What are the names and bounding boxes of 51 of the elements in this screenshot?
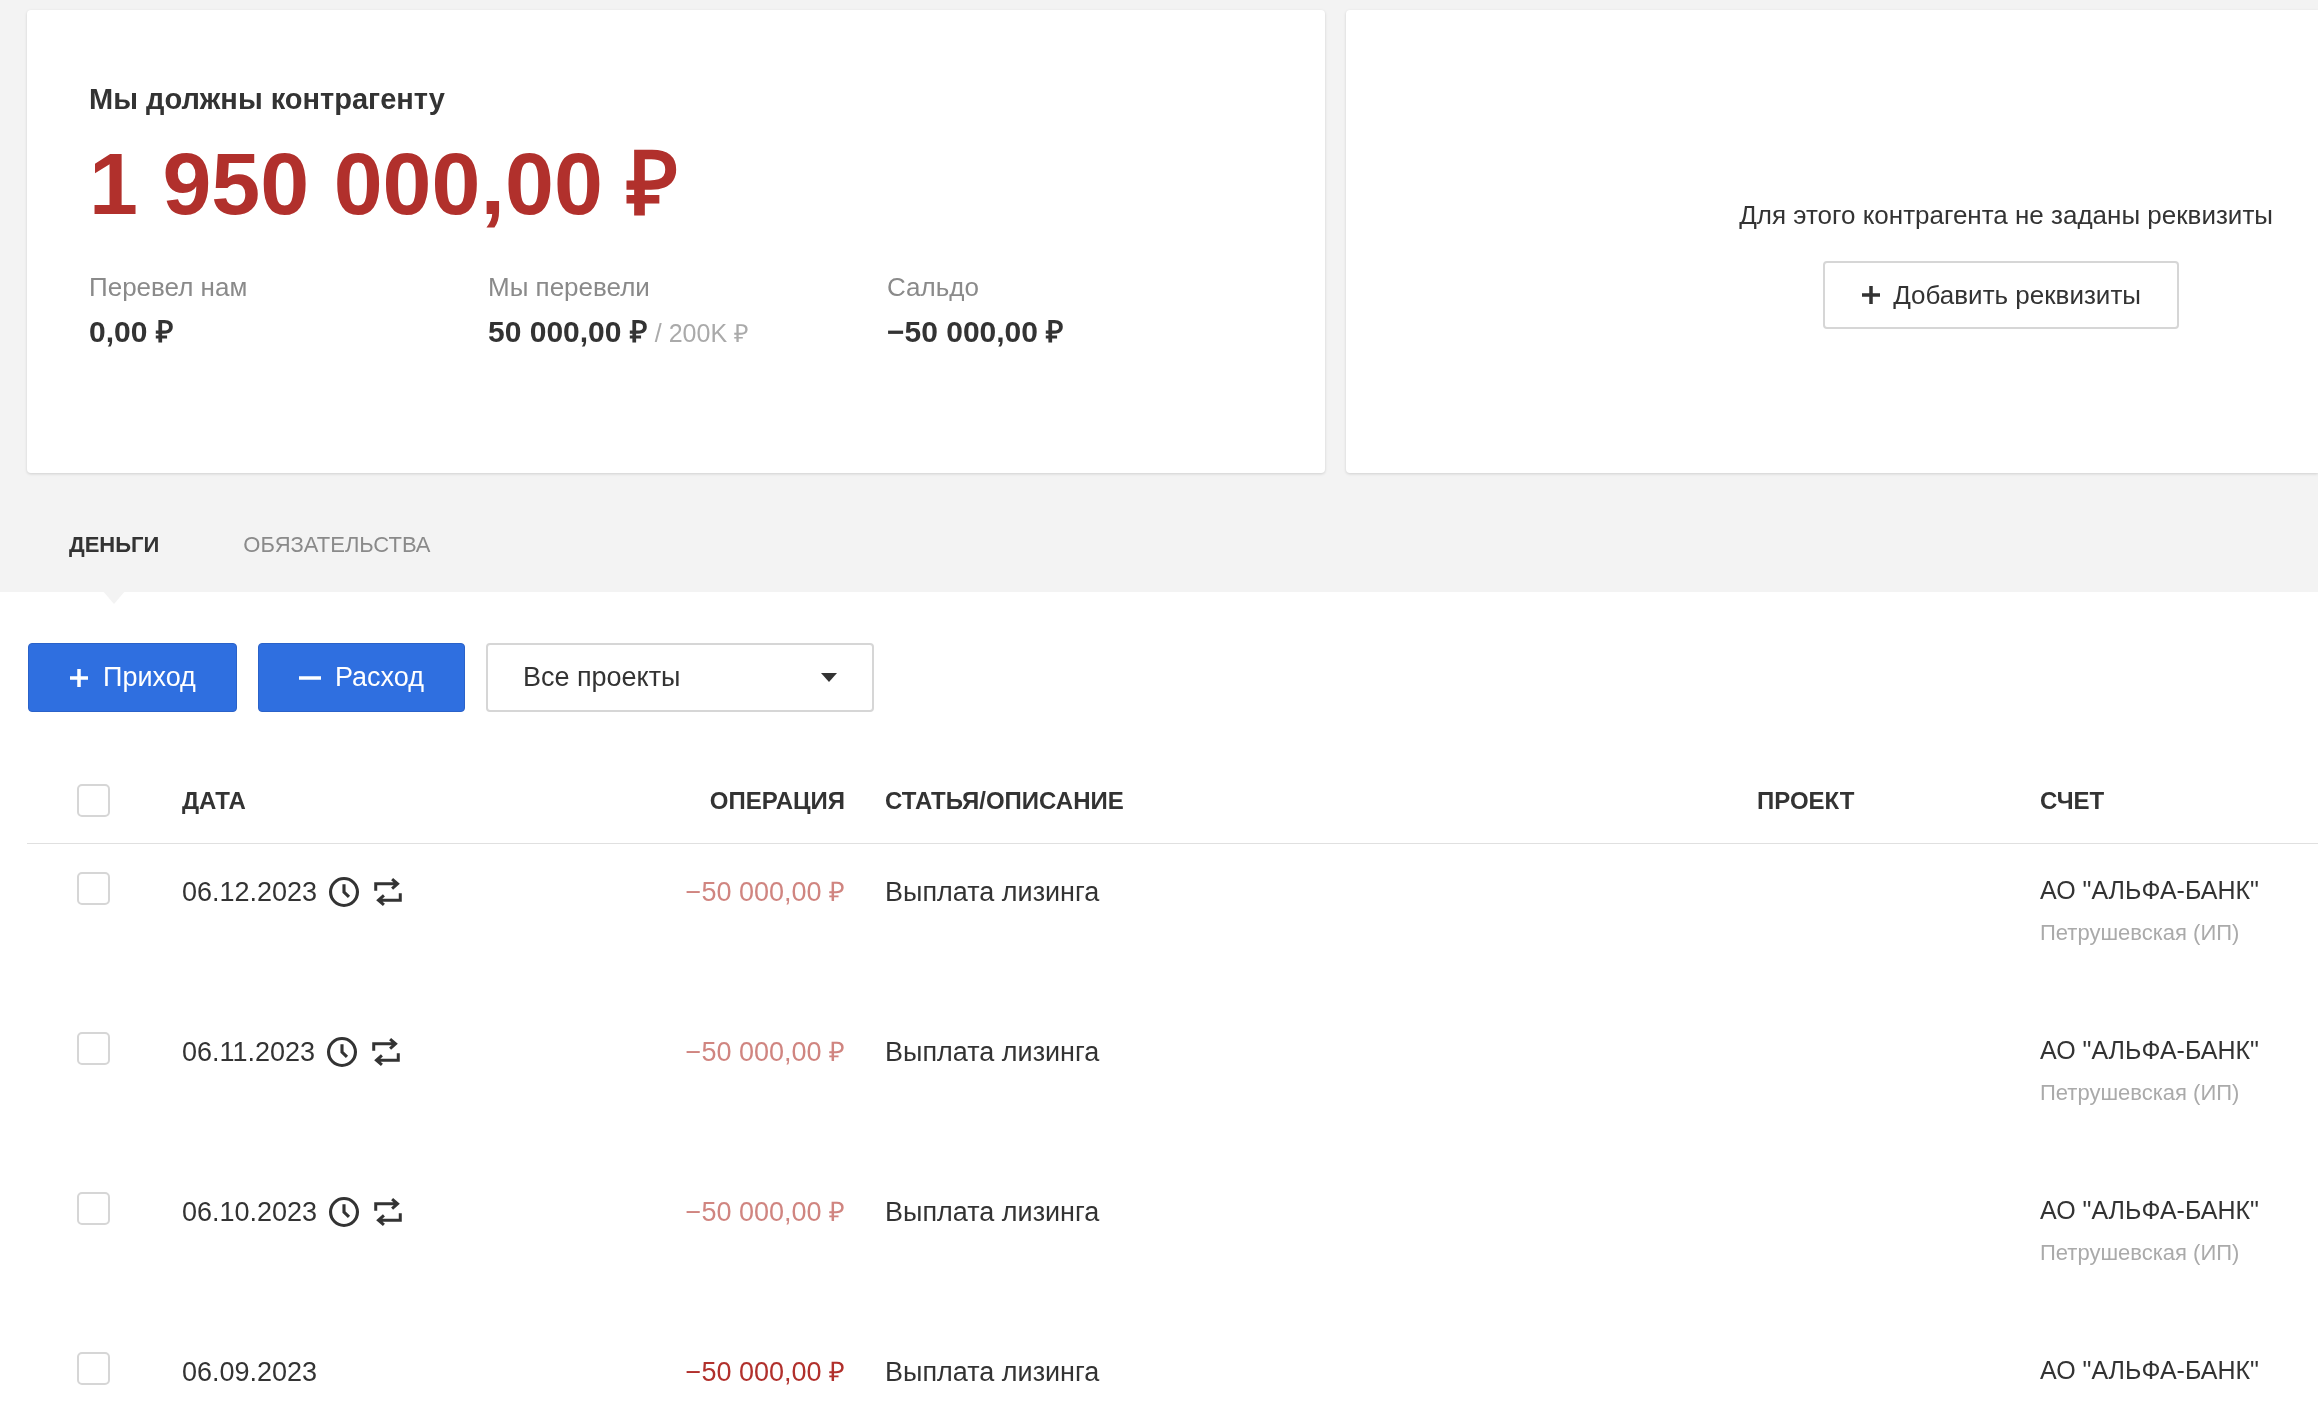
description-cell-text: Выплата лизинга	[884, 1196, 1101, 1229]
account-owner: Петрушевская (ИП)	[2040, 1078, 2241, 1107]
checkbox[interactable]	[77, 1352, 110, 1385]
clock-icon	[327, 1195, 362, 1230]
column-header: ДАТА	[182, 785, 247, 816]
expense-button[interactable]: Расход	[257, 643, 465, 712]
amount-cell-text: −50 000,00 ₽	[685, 876, 845, 909]
stat-label: Сальдо	[887, 270, 980, 304]
plus-icon	[69, 667, 89, 688]
column-header: ПРОЕКТ	[1757, 785, 1856, 816]
column-header: СТАТЬЯ/ОПИСАНИЕ	[884, 785, 1125, 816]
date-cell-text: 06.11.2023	[182, 1036, 316, 1069]
add-requisites-button[interactable]: Добавить реквизиты	[1823, 261, 2179, 329]
clock-icon	[327, 875, 362, 910]
amount-cell-text: −50 000,00 ₽	[685, 1196, 845, 1229]
column-header: СЧЕТ	[2040, 785, 2106, 816]
account-cell-text: АО "АЛЬФА-БАНК"	[2040, 875, 2260, 906]
account-cell-text: АО "АЛЬФА-БАНК"	[2040, 1195, 2260, 1226]
stat-value: 0,00 ₽	[89, 313, 173, 350]
stat-label: Мы перевели	[488, 270, 651, 304]
account-cell-text: АО "АЛЬФА-БАНК"	[2040, 1035, 2260, 1066]
account-cell-text: АО "АЛЬФА-БАНК"	[2040, 1355, 2260, 1386]
requisites-message: Для этого контрагента не заданы реквизиты	[1739, 199, 2273, 232]
description-cell-text: Выплата лизинга	[884, 1036, 1101, 1069]
account-owner: Петрушевская (ИП)	[2040, 918, 2241, 947]
description-cell-text: Выплата лизинга	[884, 876, 1101, 909]
column-header: ОПЕРАЦИЯ	[709, 785, 845, 816]
account-owner: Петрушевская (ИП)	[2040, 1238, 2241, 1267]
stat-limit: / 200K ₽	[654, 317, 750, 349]
amount-cell-text: −50 000,00 ₽	[685, 1036, 845, 1069]
clock-icon	[325, 1035, 360, 1070]
plus-icon	[1861, 285, 1882, 305]
checkbox[interactable]	[77, 1192, 110, 1225]
minus-icon	[298, 675, 321, 680]
income-button[interactable]: Приход	[28, 643, 237, 712]
date-cell-text: 06.12.2023	[182, 876, 318, 909]
date-cell-text: 06.10.2023	[182, 1196, 318, 1229]
caret-icon	[820, 673, 837, 682]
checkbox[interactable]	[77, 872, 110, 905]
amount-cell-text: −50 000,00 ₽	[685, 1356, 845, 1389]
summary-title: Мы должны контрагенту	[89, 82, 446, 117]
checkbox[interactable]	[77, 1032, 110, 1065]
project-select[interactable]: Все проекты	[485, 643, 874, 712]
stat-label: Перевел нам	[89, 270, 249, 304]
description-cell-text: Выплата лизинга	[884, 1356, 1101, 1389]
stat-value: 50 000,00 ₽	[488, 313, 647, 350]
stat-value: −50 000,00 ₽	[887, 313, 1064, 350]
tab[interactable]: ДЕНЬГИ	[69, 528, 160, 561]
date-cell-text: 06.09.2023	[182, 1356, 318, 1389]
debt-amount: 1 950 000,00 ₽	[89, 139, 680, 228]
checkbox[interactable]	[77, 784, 110, 817]
